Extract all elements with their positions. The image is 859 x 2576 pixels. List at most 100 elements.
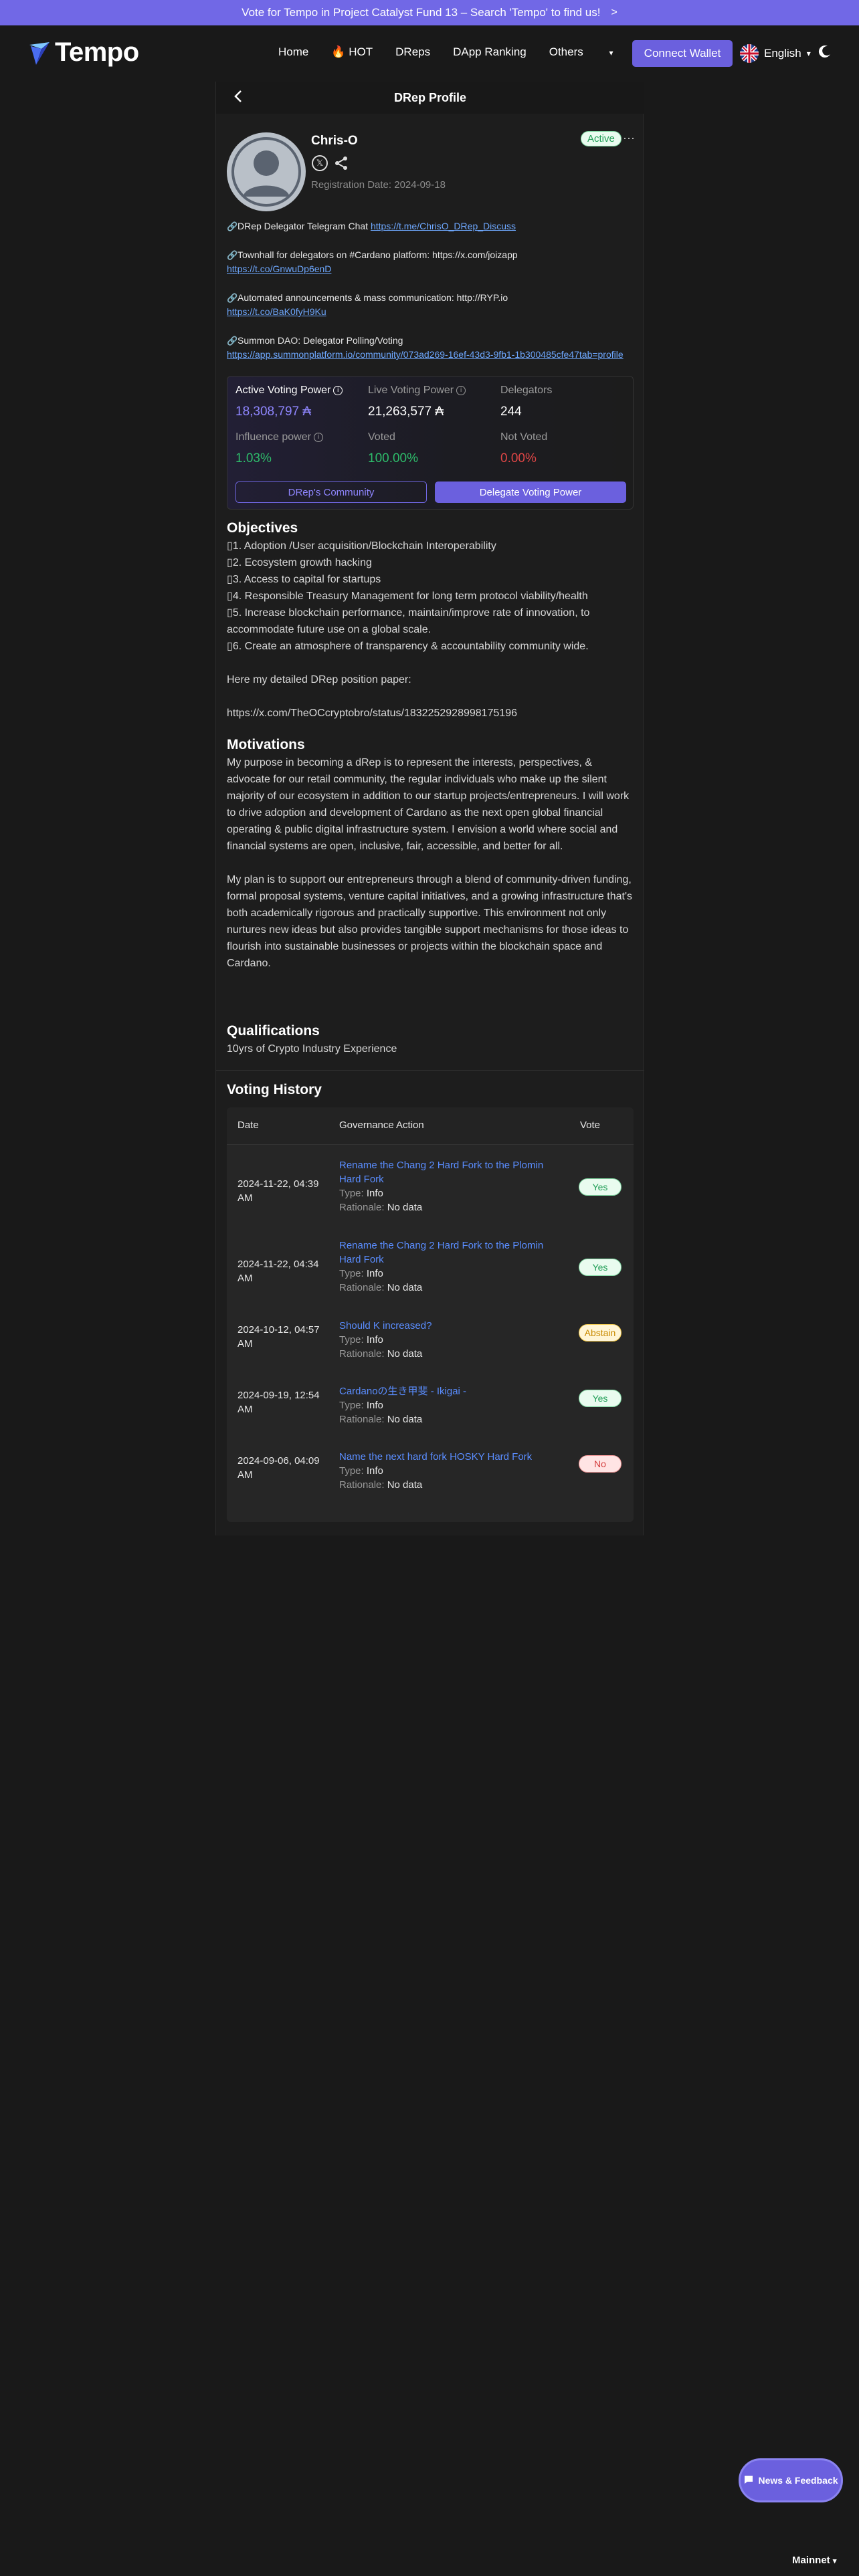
link-url[interactable]: https://app.summonplatform.io/community/…: [227, 349, 624, 360]
voting-history-table: Date Governance Action Vote 2024-11-22, …: [227, 1107, 634, 1522]
status-badge: Active: [581, 131, 622, 146]
stat-label: Influence power: [235, 431, 311, 443]
vote-date: 2024-10-12, 04:57 AM: [237, 1324, 320, 1350]
voting-history-title: Voting History: [227, 1082, 322, 1097]
motivations-title: Motivations: [227, 737, 305, 752]
motivation-paragraph: My purpose in becoming a dRep is to repr…: [227, 757, 630, 852]
top-navbar: Tempo Home 🔥 HOT DReps DApp Ranking Othe…: [0, 25, 859, 82]
vote-badge-yes: Yes: [579, 1390, 622, 1407]
profile-links: 🔗DRep Delegator Telegram Chat https://t.…: [227, 219, 628, 377]
link-icon: 🔗: [227, 293, 238, 303]
connect-wallet-button[interactable]: Connect Wallet: [632, 40, 733, 67]
network-selector[interactable]: Mainnet ▾: [792, 2555, 836, 2566]
stat-value: 1.03%: [235, 451, 272, 465]
vote-badge-abstain: Abstain: [579, 1324, 622, 1341]
drep-community-button[interactable]: DRep's Community: [235, 481, 427, 503]
action-title[interactable]: Cardanoの生き甲斐 - Ikigai -: [339, 1384, 560, 1398]
stat-label: Voted: [368, 431, 395, 443]
moon-icon[interactable]: [818, 44, 832, 62]
action-type: Type: Info: [339, 1465, 383, 1477]
vote-date: 2024-11-22, 04:34 AM: [237, 1259, 319, 1284]
social-links: 𝕏: [312, 155, 349, 175]
link-url[interactable]: https://t.co/GnwuDp6enD: [227, 263, 331, 274]
qualifications-title: Qualifications: [227, 1023, 320, 1039]
objective-item: ▯6. Create an atmosphere of transparency…: [227, 641, 589, 652]
position-paper-url: https://x.com/TheOCcryptobro/status/1832…: [227, 708, 518, 719]
motivations-text: My purpose in becoming a dRep is to repr…: [227, 754, 634, 972]
chevron-right-icon: >: [611, 7, 617, 18]
column-header-date: Date: [237, 1119, 259, 1131]
stat-label: Active Voting Power: [235, 385, 331, 396]
promo-banner[interactable]: Vote for Tempo in Project Catalyst Fund …: [0, 0, 859, 25]
nav-item-others[interactable]: Others ▾: [549, 45, 636, 59]
language-selector[interactable]: English ▾: [740, 44, 811, 63]
info-icon[interactable]: i: [313, 432, 323, 442]
link-description: Automated announcements & mass communica…: [237, 292, 508, 303]
voting-stats-card: Active Voting Power i 18,308,797 ₳ Live V…: [227, 376, 634, 510]
x-icon[interactable]: 𝕏: [312, 155, 328, 171]
vote-badge-yes: Yes: [579, 1178, 622, 1196]
action-type: Type: Info: [339, 1400, 383, 1411]
stat-value: 18,308,797 ₳: [235, 405, 312, 419]
action-title[interactable]: Name the next hard fork HOSKY Hard Fork: [339, 1450, 560, 1464]
objectives-title: Objectives: [227, 520, 298, 536]
stat-label: Live Voting Power: [368, 385, 454, 396]
active-voting-power: Active Voting Power i 18,308,797 ₳: [235, 385, 343, 419]
vote-date: 2024-09-19, 12:54 AM: [237, 1390, 320, 1415]
action-rationale: Rationale: No data: [339, 1282, 423, 1293]
table-header: Date Governance Action Vote: [227, 1107, 634, 1145]
banner-text: Vote for Tempo in Project Catalyst Fund …: [242, 6, 601, 19]
action-title[interactable]: Rename the Chang 2 Hard Fork to the Plom…: [339, 1239, 560, 1267]
action-rationale: Rationale: No data: [339, 1479, 423, 1491]
not-voted-percentage: Not Voted 0.00%: [500, 431, 547, 466]
objectives-text: ▯1. Adoption /User acquisition/Blockchai…: [227, 538, 634, 722]
action-title[interactable]: Rename the Chang 2 Hard Fork to the Plom…: [339, 1158, 560, 1186]
column-header-vote: Vote: [580, 1119, 601, 1131]
position-paper-intro: Here my detailed DRep position paper:: [227, 674, 411, 685]
page-title: DRep Profile: [393, 90, 467, 104]
logo-text: Tempo: [55, 37, 139, 67]
logo[interactable]: Tempo: [27, 37, 139, 68]
news-feedback-button[interactable]: News & Feedback: [739, 2458, 843, 2502]
action-rationale: Rationale: No data: [339, 1348, 423, 1360]
motivation-paragraph: My plan is to support our entrepreneurs …: [227, 874, 632, 969]
main-menu: Home 🔥 HOT DReps DApp Ranking Others ▾: [278, 45, 659, 59]
vote-date: 2024-11-22, 04:39 AM: [237, 1178, 319, 1204]
link-description: Townhall for delegators on #Cardano plat…: [237, 249, 518, 260]
link-icon: 🔗: [227, 250, 238, 260]
link-url[interactable]: https://t.co/BaK0fyH9Ku: [227, 306, 326, 317]
action-type: Type: Info: [339, 1188, 383, 1199]
vote-date: 2024-09-06, 04:09 AM: [237, 1455, 320, 1481]
info-icon[interactable]: i: [456, 385, 466, 395]
link-item: 🔗DRep Delegator Telegram Chat https://t.…: [227, 219, 628, 233]
nav-item-dapp-ranking[interactable]: DApp Ranking: [453, 45, 527, 59]
share-icon[interactable]: [333, 155, 349, 175]
action-type: Type: Info: [339, 1334, 383, 1346]
drep-name: Chris-O: [311, 134, 358, 148]
nav-item-hot[interactable]: 🔥 HOT: [331, 45, 373, 59]
vote-badge-yes: Yes: [579, 1259, 622, 1276]
delegators: Delegators 244: [500, 385, 552, 419]
feedback-label: News & Feedback: [758, 2475, 838, 2486]
link-url[interactable]: https://t.me/ChrisO_DRep_Discuss: [371, 221, 516, 231]
stat-value: 21,263,577 ₳: [368, 405, 444, 419]
caret-down-icon: ▾: [832, 2557, 837, 2565]
action-title[interactable]: Should K increased?: [339, 1319, 560, 1333]
action-type: Type: Info: [339, 1268, 383, 1279]
action-rationale: Rationale: No data: [339, 1414, 423, 1425]
link-item: 🔗Automated announcements & mass communic…: [227, 291, 628, 319]
more-options-icon[interactable]: ···: [623, 131, 635, 145]
nav-item-others-label: Others: [549, 45, 583, 58]
governance-action: Should K increased? Type: Info Rationale…: [339, 1319, 560, 1361]
chevron-left-icon[interactable]: [233, 90, 243, 107]
nav-item-home[interactable]: Home: [278, 45, 308, 59]
registration-date: Registration Date: 2024-09-18: [311, 179, 446, 191]
nav-item-dreps[interactable]: DReps: [395, 45, 430, 59]
uk-flag-icon: [740, 44, 759, 63]
info-icon[interactable]: i: [333, 385, 343, 395]
delegate-voting-power-button[interactable]: Delegate Voting Power: [435, 481, 626, 503]
link-icon: 🔗: [227, 221, 238, 231]
action-rationale: Rationale: No data: [339, 1202, 423, 1213]
stat-value: 244: [500, 405, 522, 419]
link-item: 🔗Townhall for delegators on #Cardano pla…: [227, 248, 628, 276]
